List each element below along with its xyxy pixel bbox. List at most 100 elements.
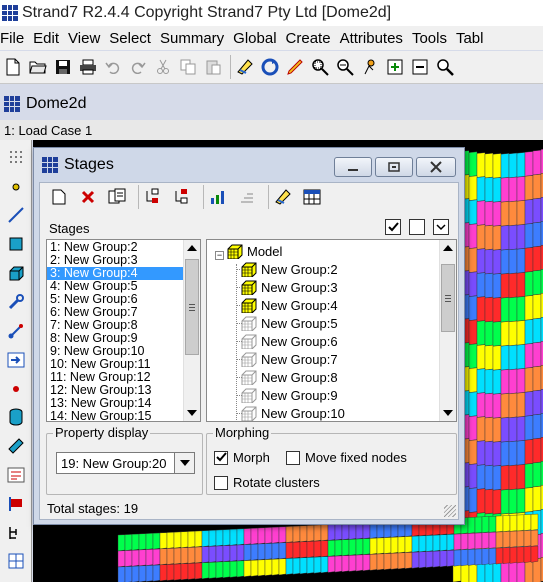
node-icon[interactable] xyxy=(5,176,27,198)
new-file-icon[interactable] xyxy=(2,56,24,78)
group-tree[interactable]: − Model New Group:2 New Group:3 New Group:… xyxy=(206,239,457,422)
stage-list-item[interactable]: 14: New Group:15 xyxy=(47,410,184,422)
sort-icon[interactable] xyxy=(236,186,258,208)
tree-group-item[interactable]: New Group:9 xyxy=(241,386,338,404)
tree-group-item[interactable]: New Group:2 xyxy=(241,260,338,278)
zoom-fit-icon[interactable] xyxy=(309,56,331,78)
beam-icon[interactable] xyxy=(5,204,27,226)
mesh-element xyxy=(532,269,542,296)
render-icon[interactable] xyxy=(272,186,294,208)
zoom-window-icon[interactable] xyxy=(334,56,356,78)
mesh-element xyxy=(481,516,490,534)
menu-select[interactable]: Select xyxy=(109,30,160,47)
stage-list[interactable]: 1: New Group:2 2: New Group:3 3: New Group… xyxy=(46,239,201,422)
tree-icon[interactable] xyxy=(5,522,27,544)
zoom-in-icon[interactable] xyxy=(384,56,406,78)
magnifier-icon[interactable] xyxy=(434,56,456,78)
mesh-element xyxy=(250,543,259,561)
dots-grid-icon[interactable] xyxy=(5,146,27,168)
tree-group-item[interactable]: New Group:8 xyxy=(241,368,338,386)
brick-icon[interactable] xyxy=(5,262,27,284)
ruler-icon[interactable] xyxy=(5,435,27,457)
copy-stage-icon[interactable] xyxy=(106,186,128,208)
print-icon[interactable] xyxy=(77,56,99,78)
load-case-bar[interactable]: 1: Load Case 1 xyxy=(0,120,543,140)
scroll-down-arrow-icon[interactable] xyxy=(443,410,453,416)
scroll-down-arrow-icon[interactable] xyxy=(187,410,197,416)
tree-group-item[interactable]: New Group:5 xyxy=(241,314,338,332)
move-down-icon[interactable] xyxy=(171,186,193,208)
table-icon[interactable] xyxy=(301,186,323,208)
mesh-element xyxy=(488,531,497,549)
tree-group-item[interactable]: New Group:7 xyxy=(241,350,338,368)
minimize-button[interactable] xyxy=(334,157,372,177)
paste-icon[interactable] xyxy=(202,56,224,78)
scroll-thumb[interactable] xyxy=(185,259,199,355)
menu-edit[interactable]: Edit xyxy=(33,30,68,47)
mesh-element xyxy=(500,201,510,227)
copy-icon[interactable] xyxy=(177,56,199,78)
undo-icon[interactable] xyxy=(102,56,124,78)
menu-global[interactable]: Global xyxy=(233,30,285,47)
save-icon[interactable] xyxy=(52,56,74,78)
resize-grip-icon[interactable] xyxy=(444,505,456,517)
tree-connector xyxy=(236,341,242,342)
dropdown-arrow-icon[interactable] xyxy=(174,453,194,473)
point-icon[interactable] xyxy=(5,378,27,400)
zoom-out-icon[interactable] xyxy=(409,56,431,78)
move-up-icon[interactable] xyxy=(142,186,164,208)
menu-view[interactable]: View xyxy=(68,30,109,47)
menu-file[interactable]: File xyxy=(0,30,33,47)
menu-tables[interactable]: Tabl xyxy=(456,30,493,47)
show-selected-checkbox[interactable] xyxy=(433,219,449,235)
render-icon[interactable] xyxy=(234,56,256,78)
dialog-icon[interactable] xyxy=(5,464,27,486)
mesh-element xyxy=(439,534,448,552)
delete-icon[interactable] xyxy=(77,186,99,208)
wrench-icon[interactable] xyxy=(5,291,27,313)
stages-icon xyxy=(42,157,58,173)
show-all-checkbox[interactable] xyxy=(385,219,401,235)
tree-group-item[interactable]: New Group:6 xyxy=(241,332,338,350)
menu-tools[interactable]: Tools xyxy=(412,30,456,47)
flag-icon[interactable] xyxy=(5,493,27,515)
rotate-clusters-checkbox[interactable]: Rotate clusters xyxy=(214,475,320,490)
redo-icon[interactable] xyxy=(127,56,149,78)
tree-group-item[interactable]: New Group:4 xyxy=(241,296,338,314)
cylinder-icon[interactable] xyxy=(5,406,27,428)
scroll-up-arrow-icon[interactable] xyxy=(443,245,453,251)
collapse-icon[interactable]: − xyxy=(215,251,224,260)
menu-create[interactable]: Create xyxy=(286,30,340,47)
refresh-icon[interactable] xyxy=(259,56,281,78)
property-display-select[interactable]: 19: New Group:20 xyxy=(56,452,195,474)
new-stage-icon[interactable] xyxy=(48,186,70,208)
mesh-element xyxy=(138,549,147,567)
mesh-element xyxy=(264,543,273,560)
cut-icon[interactable] xyxy=(152,56,174,78)
arrow-right-icon[interactable] xyxy=(5,349,27,371)
scroll-thumb[interactable] xyxy=(441,264,455,332)
tree-scrollbar[interactable] xyxy=(439,240,456,421)
tree-group-item[interactable]: New Group:10 xyxy=(241,404,345,421)
plate-icon[interactable] xyxy=(5,233,27,255)
mesh-element xyxy=(495,547,504,565)
rotate-icon[interactable] xyxy=(359,56,381,78)
link-icon[interactable] xyxy=(5,320,27,342)
tree-root-model[interactable]: Model xyxy=(227,242,282,260)
pencil-icon[interactable] xyxy=(284,56,306,78)
menu-attributes[interactable]: Attributes xyxy=(340,30,412,47)
show-none-checkbox[interactable] xyxy=(409,219,425,235)
open-folder-icon[interactable] xyxy=(27,56,49,78)
scroll-up-arrow-icon[interactable] xyxy=(187,245,197,251)
close-button[interactable] xyxy=(416,157,456,177)
maximize-button[interactable] xyxy=(375,157,413,177)
menu-summary[interactable]: Summary xyxy=(160,30,233,47)
stage-list-scrollbar[interactable] xyxy=(183,240,200,421)
morph-checkbox[interactable]: Morph xyxy=(214,450,270,465)
bar-chart-icon[interactable] xyxy=(207,186,229,208)
move-fixed-nodes-checkbox[interactable]: Move fixed nodes xyxy=(286,450,407,465)
mesh-element xyxy=(257,527,266,545)
mesh-element xyxy=(532,173,542,200)
grid-icon[interactable] xyxy=(5,550,27,572)
tree-group-item[interactable]: New Group:3 xyxy=(241,278,338,296)
